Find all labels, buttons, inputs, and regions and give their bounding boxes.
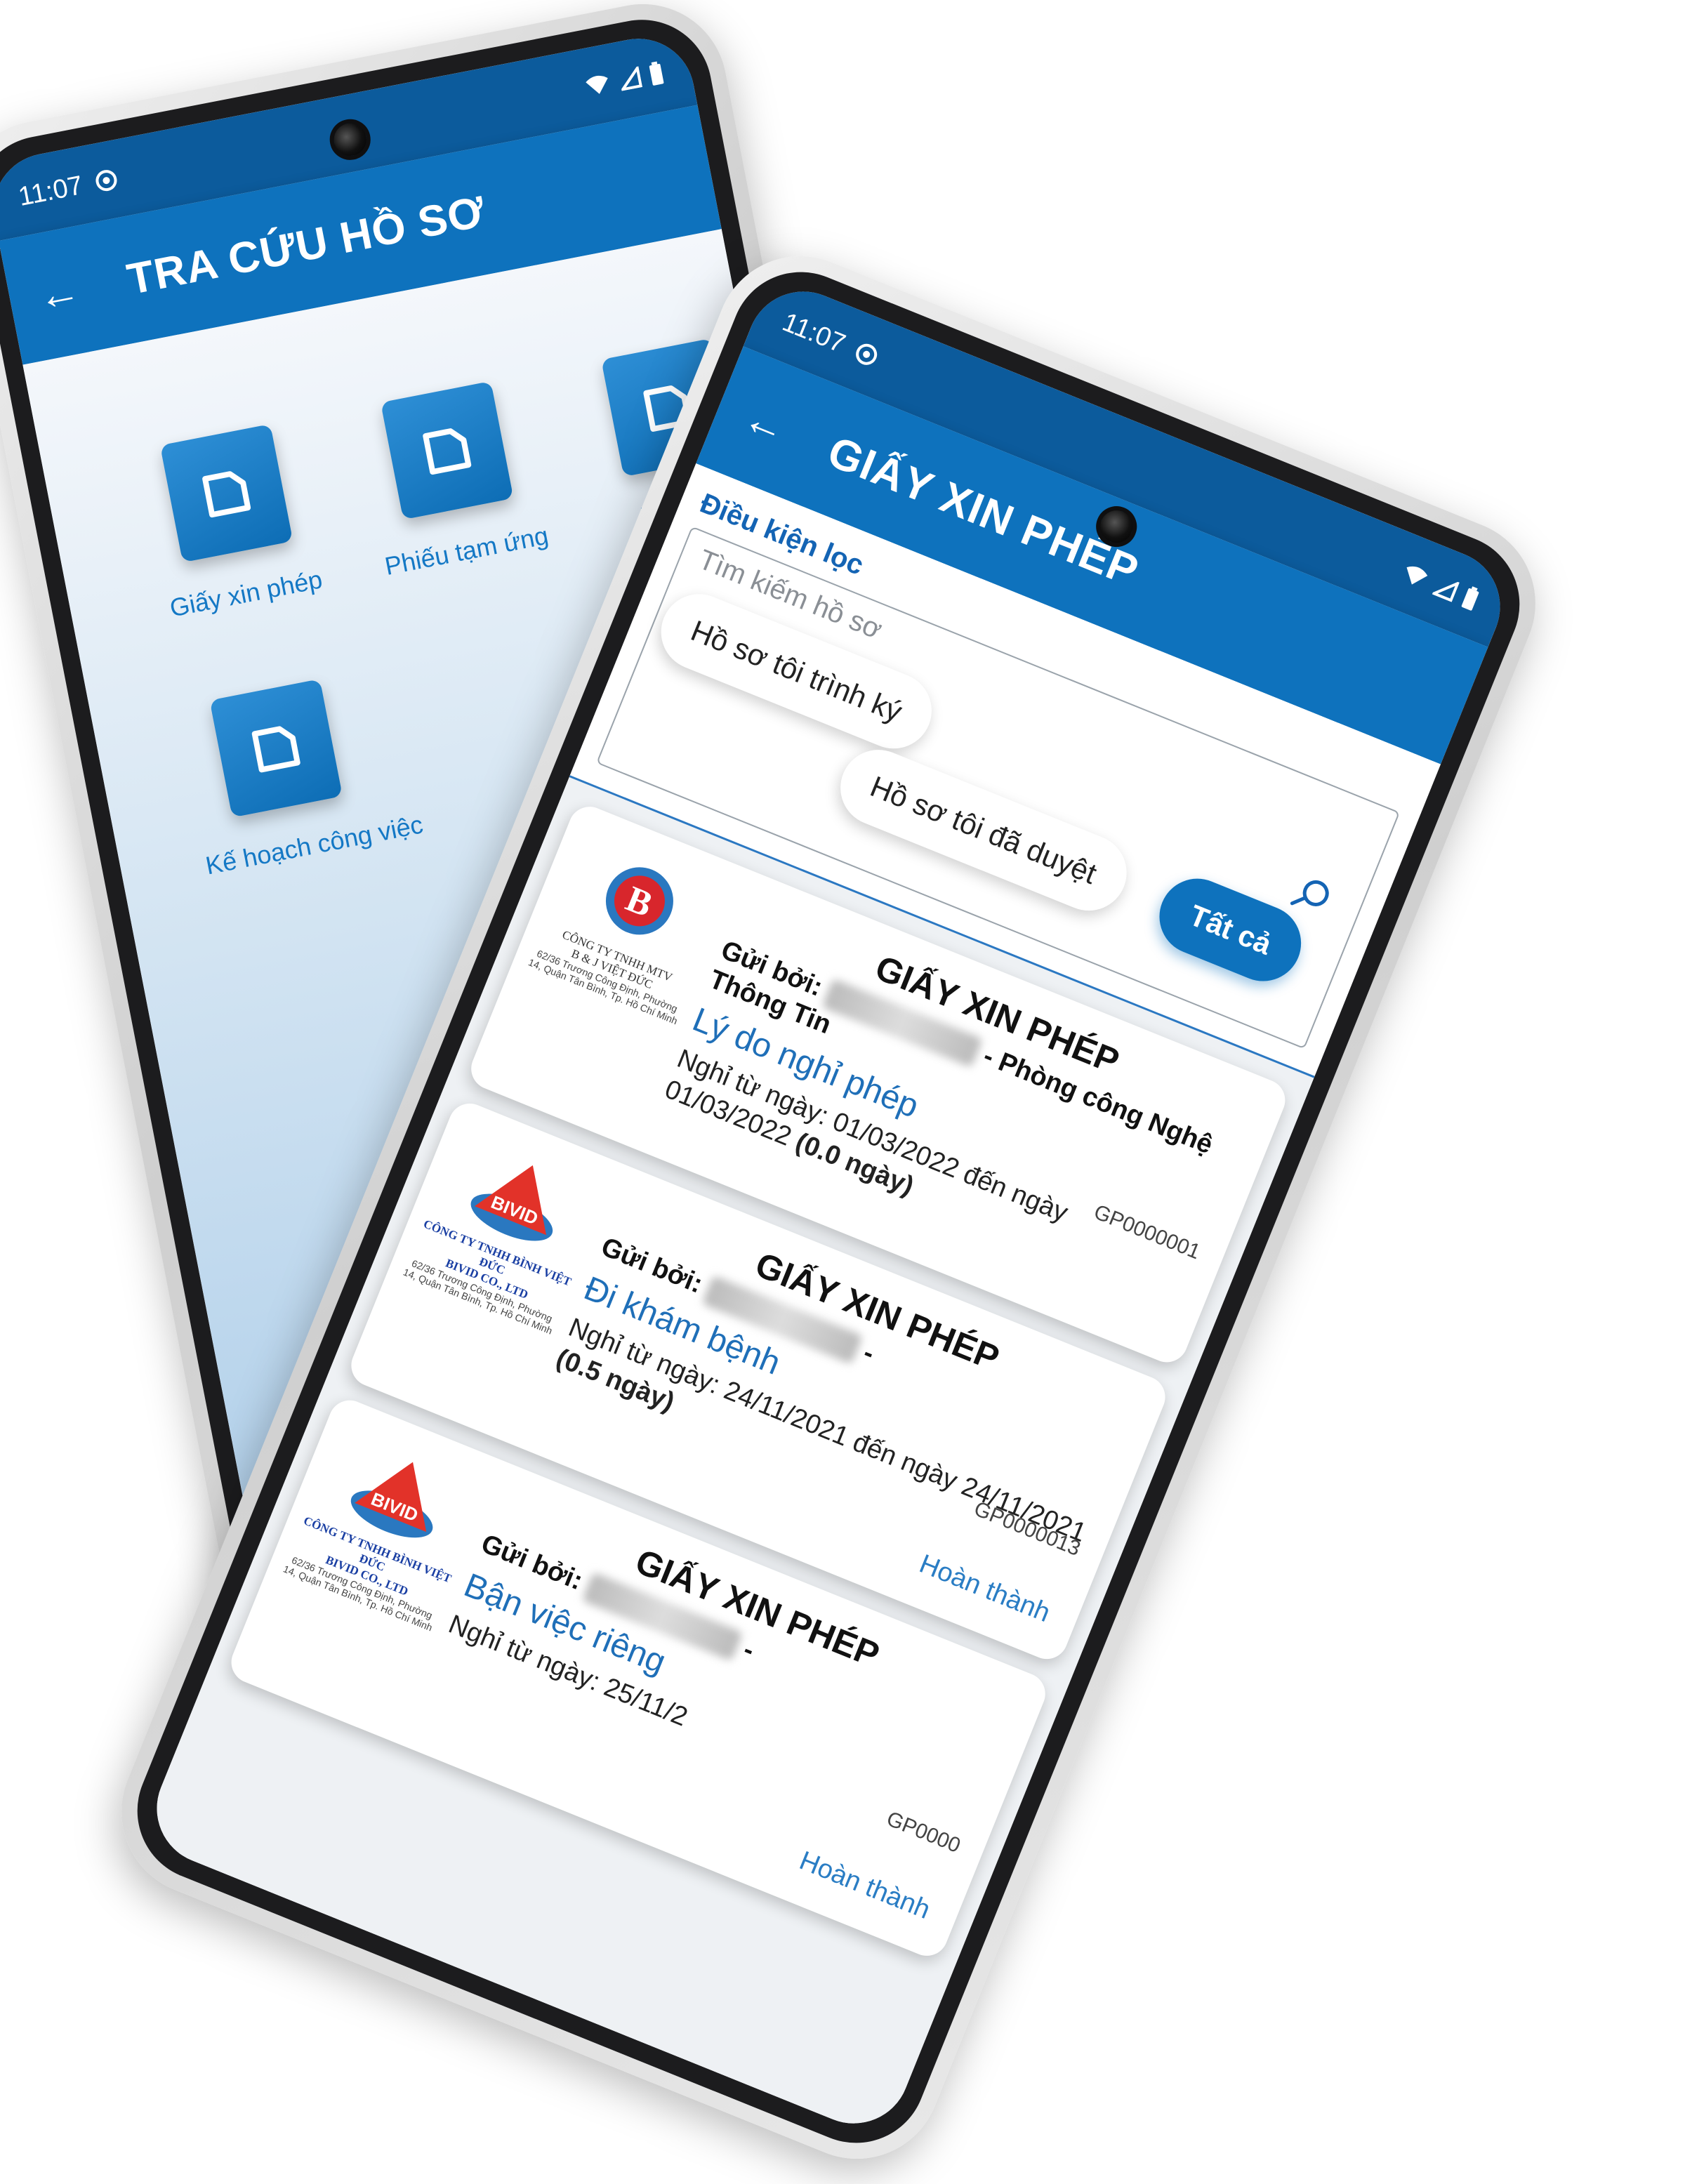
- tile-ke-hoach-cong-viec[interactable]: Kế hoạch công việc: [175, 673, 425, 881]
- wifi-icon: [586, 75, 608, 94]
- signal-icon: [1432, 581, 1460, 602]
- company-logo: B CÔNG TY TNHH MTV B & J VIỆT ĐỨC 62/36 …: [526, 832, 730, 1027]
- document-icon: [209, 679, 343, 818]
- status-badge: Hoàn thành: [795, 1846, 934, 1925]
- signal-icon: [619, 66, 643, 91]
- back-arrow-icon[interactable]: ←: [737, 393, 794, 453]
- wifi-icon: [1406, 566, 1428, 585]
- tile-label: Giấy xin phép: [167, 564, 325, 623]
- search-icon[interactable]: [1285, 868, 1340, 922]
- department: -: [739, 1634, 759, 1666]
- chip-my-approved[interactable]: Hồ sơ tôi đã duyệt: [828, 738, 1138, 922]
- tile-label: Kế hoạch công việc: [203, 809, 425, 880]
- status-time: 11:07: [778, 307, 850, 359]
- tile-phieu-tam-ung[interactable]: Phiếu tạm ứng: [346, 374, 559, 583]
- tile-giay-xin-phep[interactable]: Giấy xin phép: [126, 417, 338, 626]
- battery-icon: [1461, 586, 1479, 611]
- tile-label: Phiếu tạm ứng: [382, 520, 551, 581]
- notification-icon: [95, 170, 117, 192]
- status-time: 11:07: [15, 170, 86, 212]
- department: -: [859, 1337, 879, 1369]
- battery-icon: [649, 61, 664, 86]
- back-arrow-icon[interactable]: ←: [34, 266, 84, 320]
- notification-icon: [856, 343, 878, 365]
- document-icon: [159, 423, 293, 563]
- chip-all[interactable]: Tất cả: [1148, 867, 1313, 993]
- document-icon: [380, 380, 514, 520]
